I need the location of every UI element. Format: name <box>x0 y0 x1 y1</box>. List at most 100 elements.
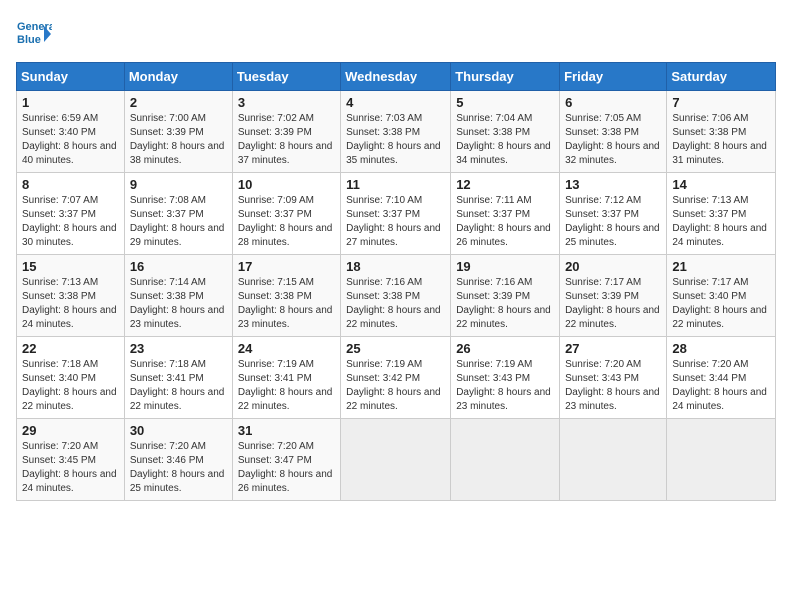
day-number: 4 <box>346 95 445 110</box>
day-info: Sunrise: 7:20 AM Sunset: 3:46 PM Dayligh… <box>130 440 227 496</box>
day-number: 5 <box>456 95 554 110</box>
day-of-week-header: Sunday <box>17 63 125 91</box>
day-info: Sunrise: 7:06 AM Sunset: 3:38 PM Dayligh… <box>672 112 770 168</box>
day-number: 12 <box>456 177 554 192</box>
svg-text:Blue: Blue <box>17 34 41 46</box>
day-info: Sunrise: 7:19 AM Sunset: 3:43 PM Dayligh… <box>456 358 554 414</box>
day-info: Sunrise: 7:20 AM Sunset: 3:43 PM Dayligh… <box>565 358 661 414</box>
day-number: 6 <box>565 95 661 110</box>
calendar-day-cell: 17 Sunrise: 7:15 AM Sunset: 3:38 PM Dayl… <box>232 255 340 337</box>
calendar-day-cell: 11 Sunrise: 7:10 AM Sunset: 3:37 PM Dayl… <box>341 173 451 255</box>
day-info: Sunrise: 7:08 AM Sunset: 3:37 PM Dayligh… <box>130 194 227 250</box>
calendar-day-cell <box>451 419 560 501</box>
calendar-day-cell: 20 Sunrise: 7:17 AM Sunset: 3:39 PM Dayl… <box>560 255 667 337</box>
calendar-day-cell: 15 Sunrise: 7:13 AM Sunset: 3:38 PM Dayl… <box>17 255 125 337</box>
day-number: 21 <box>672 259 770 274</box>
calendar-day-cell: 13 Sunrise: 7:12 AM Sunset: 3:37 PM Dayl… <box>560 173 667 255</box>
day-info: Sunrise: 7:20 AM Sunset: 3:47 PM Dayligh… <box>238 440 335 496</box>
day-info: Sunrise: 6:59 AM Sunset: 3:40 PM Dayligh… <box>22 112 119 168</box>
calendar-day-cell: 5 Sunrise: 7:04 AM Sunset: 3:38 PM Dayli… <box>451 91 560 173</box>
day-number: 2 <box>130 95 227 110</box>
day-info: Sunrise: 7:12 AM Sunset: 3:37 PM Dayligh… <box>565 194 661 250</box>
day-number: 16 <box>130 259 227 274</box>
calendar-day-cell: 6 Sunrise: 7:05 AM Sunset: 3:38 PM Dayli… <box>560 91 667 173</box>
calendar-day-cell: 7 Sunrise: 7:06 AM Sunset: 3:38 PM Dayli… <box>667 91 776 173</box>
day-info: Sunrise: 7:18 AM Sunset: 3:41 PM Dayligh… <box>130 358 227 414</box>
day-of-week-header: Tuesday <box>232 63 340 91</box>
day-info: Sunrise: 7:00 AM Sunset: 3:39 PM Dayligh… <box>130 112 227 168</box>
calendar-week-row: 1 Sunrise: 6:59 AM Sunset: 3:40 PM Dayli… <box>17 91 776 173</box>
day-info: Sunrise: 7:11 AM Sunset: 3:37 PM Dayligh… <box>456 194 554 250</box>
day-of-week-header: Thursday <box>451 63 560 91</box>
day-of-week-header: Monday <box>124 63 232 91</box>
day-of-week-header: Friday <box>560 63 667 91</box>
calendar-header-row: SundayMondayTuesdayWednesdayThursdayFrid… <box>17 63 776 91</box>
day-number: 23 <box>130 341 227 356</box>
calendar-day-cell: 8 Sunrise: 7:07 AM Sunset: 3:37 PM Dayli… <box>17 173 125 255</box>
day-number: 14 <box>672 177 770 192</box>
header: General Blue <box>16 16 776 52</box>
day-number: 24 <box>238 341 335 356</box>
day-number: 15 <box>22 259 119 274</box>
calendar-week-row: 15 Sunrise: 7:13 AM Sunset: 3:38 PM Dayl… <box>17 255 776 337</box>
day-info: Sunrise: 7:14 AM Sunset: 3:38 PM Dayligh… <box>130 276 227 332</box>
calendar-table: SundayMondayTuesdayWednesdayThursdayFrid… <box>16 62 776 501</box>
day-info: Sunrise: 7:02 AM Sunset: 3:39 PM Dayligh… <box>238 112 335 168</box>
calendar-day-cell: 12 Sunrise: 7:11 AM Sunset: 3:37 PM Dayl… <box>451 173 560 255</box>
calendar-week-row: 22 Sunrise: 7:18 AM Sunset: 3:40 PM Dayl… <box>17 337 776 419</box>
calendar-day-cell: 1 Sunrise: 6:59 AM Sunset: 3:40 PM Dayli… <box>17 91 125 173</box>
day-number: 18 <box>346 259 445 274</box>
day-number: 25 <box>346 341 445 356</box>
day-number: 3 <box>238 95 335 110</box>
calendar-day-cell <box>560 419 667 501</box>
calendar-day-cell: 30 Sunrise: 7:20 AM Sunset: 3:46 PM Dayl… <box>124 419 232 501</box>
day-info: Sunrise: 7:16 AM Sunset: 3:38 PM Dayligh… <box>346 276 445 332</box>
calendar-day-cell <box>667 419 776 501</box>
day-info: Sunrise: 7:05 AM Sunset: 3:38 PM Dayligh… <box>565 112 661 168</box>
logo: General Blue <box>16 16 52 52</box>
calendar-day-cell: 4 Sunrise: 7:03 AM Sunset: 3:38 PM Dayli… <box>341 91 451 173</box>
calendar-day-cell: 25 Sunrise: 7:19 AM Sunset: 3:42 PM Dayl… <box>341 337 451 419</box>
day-number: 31 <box>238 423 335 438</box>
calendar-day-cell: 18 Sunrise: 7:16 AM Sunset: 3:38 PM Dayl… <box>341 255 451 337</box>
calendar-day-cell: 9 Sunrise: 7:08 AM Sunset: 3:37 PM Dayli… <box>124 173 232 255</box>
calendar-day-cell: 24 Sunrise: 7:19 AM Sunset: 3:41 PM Dayl… <box>232 337 340 419</box>
calendar-day-cell: 14 Sunrise: 7:13 AM Sunset: 3:37 PM Dayl… <box>667 173 776 255</box>
calendar-week-row: 29 Sunrise: 7:20 AM Sunset: 3:45 PM Dayl… <box>17 419 776 501</box>
day-info: Sunrise: 7:04 AM Sunset: 3:38 PM Dayligh… <box>456 112 554 168</box>
day-of-week-header: Saturday <box>667 63 776 91</box>
day-info: Sunrise: 7:17 AM Sunset: 3:39 PM Dayligh… <box>565 276 661 332</box>
day-info: Sunrise: 7:20 AM Sunset: 3:45 PM Dayligh… <box>22 440 119 496</box>
logo-svg: General Blue <box>16 16 52 52</box>
day-number: 13 <box>565 177 661 192</box>
calendar-day-cell: 10 Sunrise: 7:09 AM Sunset: 3:37 PM Dayl… <box>232 173 340 255</box>
day-number: 28 <box>672 341 770 356</box>
calendar-day-cell: 2 Sunrise: 7:00 AM Sunset: 3:39 PM Dayli… <box>124 91 232 173</box>
day-info: Sunrise: 7:09 AM Sunset: 3:37 PM Dayligh… <box>238 194 335 250</box>
calendar-day-cell: 28 Sunrise: 7:20 AM Sunset: 3:44 PM Dayl… <box>667 337 776 419</box>
calendar-day-cell: 22 Sunrise: 7:18 AM Sunset: 3:40 PM Dayl… <box>17 337 125 419</box>
day-number: 7 <box>672 95 770 110</box>
calendar-day-cell: 31 Sunrise: 7:20 AM Sunset: 3:47 PM Dayl… <box>232 419 340 501</box>
calendar-day-cell: 29 Sunrise: 7:20 AM Sunset: 3:45 PM Dayl… <box>17 419 125 501</box>
day-info: Sunrise: 7:17 AM Sunset: 3:40 PM Dayligh… <box>672 276 770 332</box>
calendar-day-cell: 19 Sunrise: 7:16 AM Sunset: 3:39 PM Dayl… <box>451 255 560 337</box>
day-info: Sunrise: 7:13 AM Sunset: 3:37 PM Dayligh… <box>672 194 770 250</box>
day-number: 19 <box>456 259 554 274</box>
day-number: 8 <box>22 177 119 192</box>
calendar-day-cell: 3 Sunrise: 7:02 AM Sunset: 3:39 PM Dayli… <box>232 91 340 173</box>
day-info: Sunrise: 7:13 AM Sunset: 3:38 PM Dayligh… <box>22 276 119 332</box>
day-number: 17 <box>238 259 335 274</box>
day-number: 9 <box>130 177 227 192</box>
day-info: Sunrise: 7:19 AM Sunset: 3:41 PM Dayligh… <box>238 358 335 414</box>
day-number: 26 <box>456 341 554 356</box>
day-number: 10 <box>238 177 335 192</box>
day-info: Sunrise: 7:19 AM Sunset: 3:42 PM Dayligh… <box>346 358 445 414</box>
day-info: Sunrise: 7:07 AM Sunset: 3:37 PM Dayligh… <box>22 194 119 250</box>
day-info: Sunrise: 7:18 AM Sunset: 3:40 PM Dayligh… <box>22 358 119 414</box>
day-info: Sunrise: 7:20 AM Sunset: 3:44 PM Dayligh… <box>672 358 770 414</box>
day-of-week-header: Wednesday <box>341 63 451 91</box>
calendar-day-cell: 26 Sunrise: 7:19 AM Sunset: 3:43 PM Dayl… <box>451 337 560 419</box>
day-info: Sunrise: 7:03 AM Sunset: 3:38 PM Dayligh… <box>346 112 445 168</box>
calendar-day-cell <box>341 419 451 501</box>
